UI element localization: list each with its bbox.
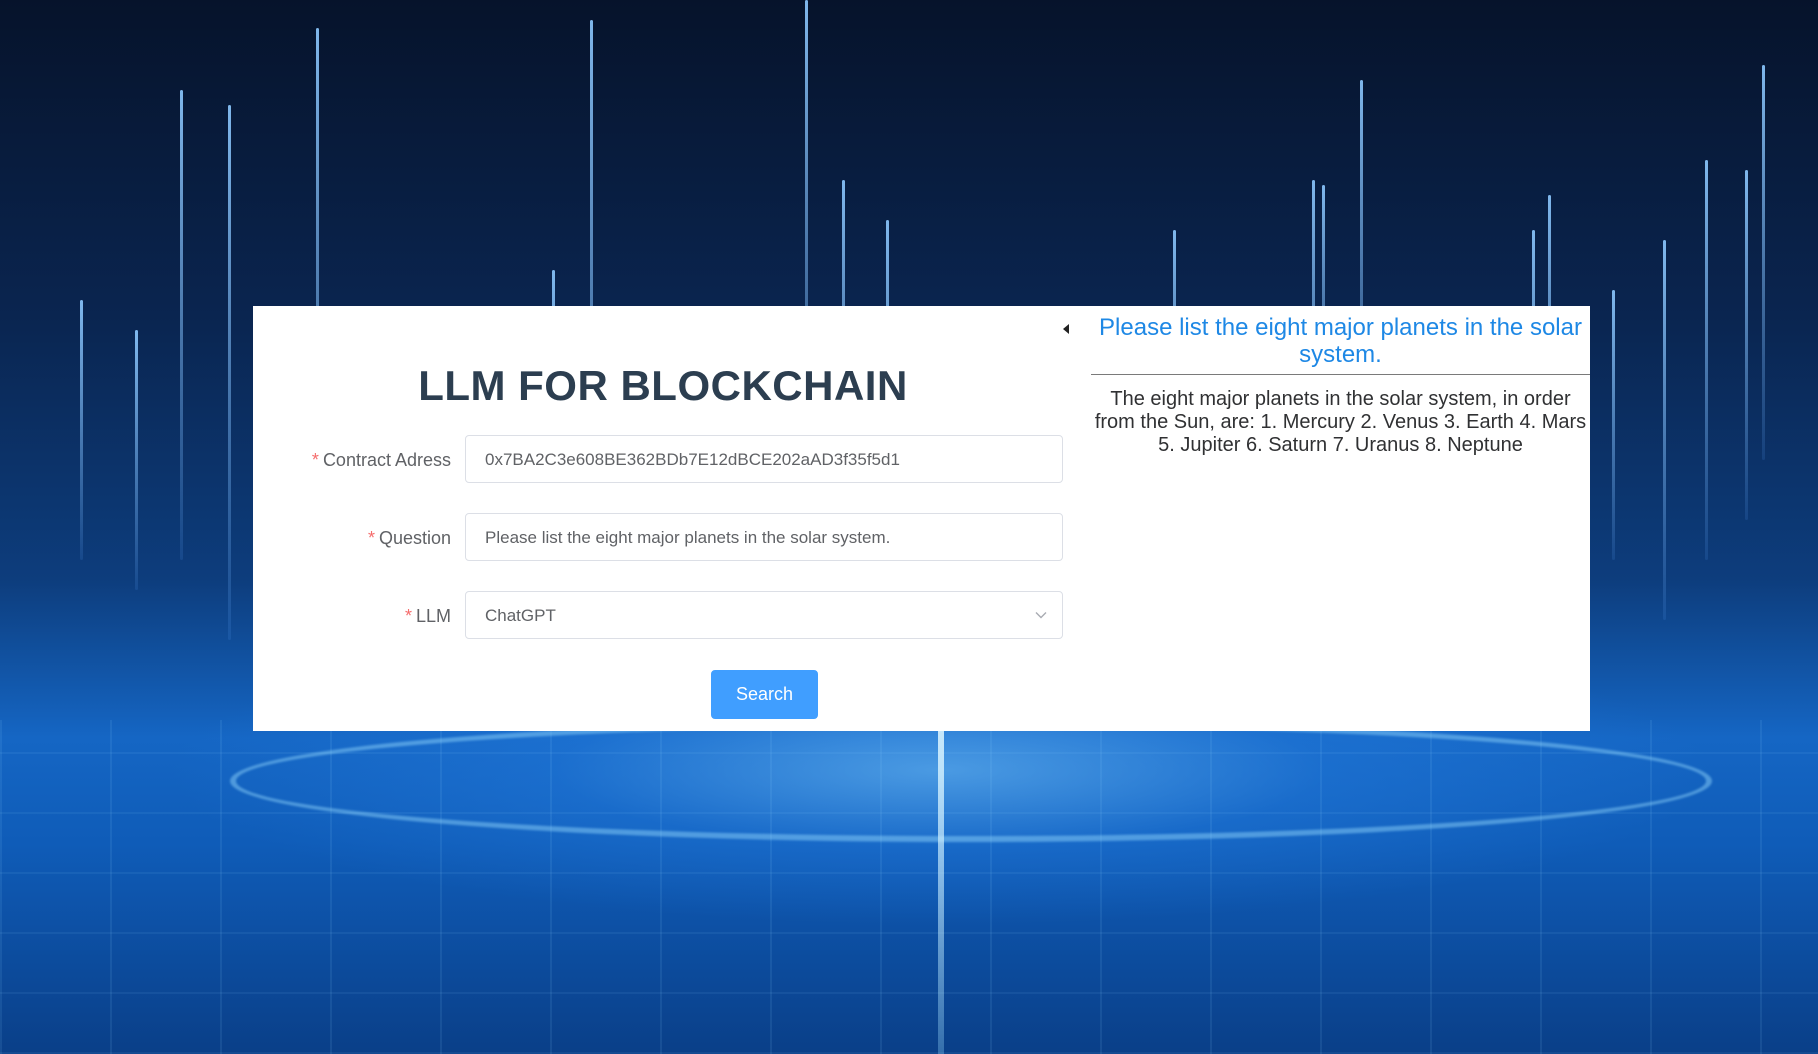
main-card: LLM FOR BLOCKCHAIN * Contract Adress 0x7B… (253, 306, 1590, 731)
chevron-down-icon[interactable] (1034, 608, 1048, 622)
llm-selected-value: ChatGPT (485, 606, 556, 625)
contract-address-label: * Contract Adress (253, 435, 451, 485)
background-light-streak (180, 90, 183, 560)
background-light-streak (1705, 160, 1708, 560)
required-mark: * (404, 606, 412, 626)
question-input[interactable]: Please list the eight major planets in t… (465, 513, 1063, 561)
background-light-streak (1612, 290, 1615, 560)
background-light-streak (228, 105, 231, 640)
answer-question-title: Please list the eight major planets in t… (1099, 314, 1582, 368)
required-mark: * (311, 450, 319, 470)
question-label-text: Question (378, 528, 451, 548)
contract-address-label-text: Contract Adress (322, 450, 451, 470)
question-row: * Question Please list the eight major pl… (253, 513, 1073, 563)
answer-text: The eight major planets in the solar sys… (1094, 388, 1587, 456)
background-light-streak (135, 330, 138, 590)
llm-label: * LLM (253, 591, 451, 641)
background-ring (230, 720, 1712, 842)
llm-label-text: LLM (415, 606, 451, 626)
contract-address-input[interactable]: 0x7BA2C3e608BE362BDb7E12dBCE202aAD3f35f5… (465, 435, 1063, 483)
search-button[interactable]: Search (711, 670, 818, 719)
background-light-streak (1663, 240, 1666, 620)
answer-panel: Please list the eight major planets in t… (1091, 306, 1590, 731)
page-title: LLM FOR BLOCKCHAIN (418, 362, 908, 409)
caret-left-icon[interactable] (1061, 322, 1071, 336)
background-light-streak (1762, 65, 1765, 460)
contract-address-row: * Contract Adress 0x7BA2C3e608BE362BDb7E1… (253, 435, 1073, 485)
background-light-streak (80, 300, 83, 560)
contract-address-value: 0x7BA2C3e608BE362BDb7E12dBCE202aAD3f35f5… (485, 450, 900, 469)
answer-divider (1091, 374, 1590, 375)
background-beam (938, 720, 944, 1054)
question-label: * Question (253, 513, 451, 563)
query-form: LLM FOR BLOCKCHAIN * Contract Adress 0x7B… (253, 306, 1073, 731)
background-light-streak (1745, 170, 1748, 520)
llm-row: * LLM ChatGPT (253, 591, 1073, 641)
llm-select[interactable]: ChatGPT (465, 591, 1063, 639)
question-value: Please list the eight major planets in t… (485, 528, 891, 547)
required-mark: * (367, 528, 375, 548)
